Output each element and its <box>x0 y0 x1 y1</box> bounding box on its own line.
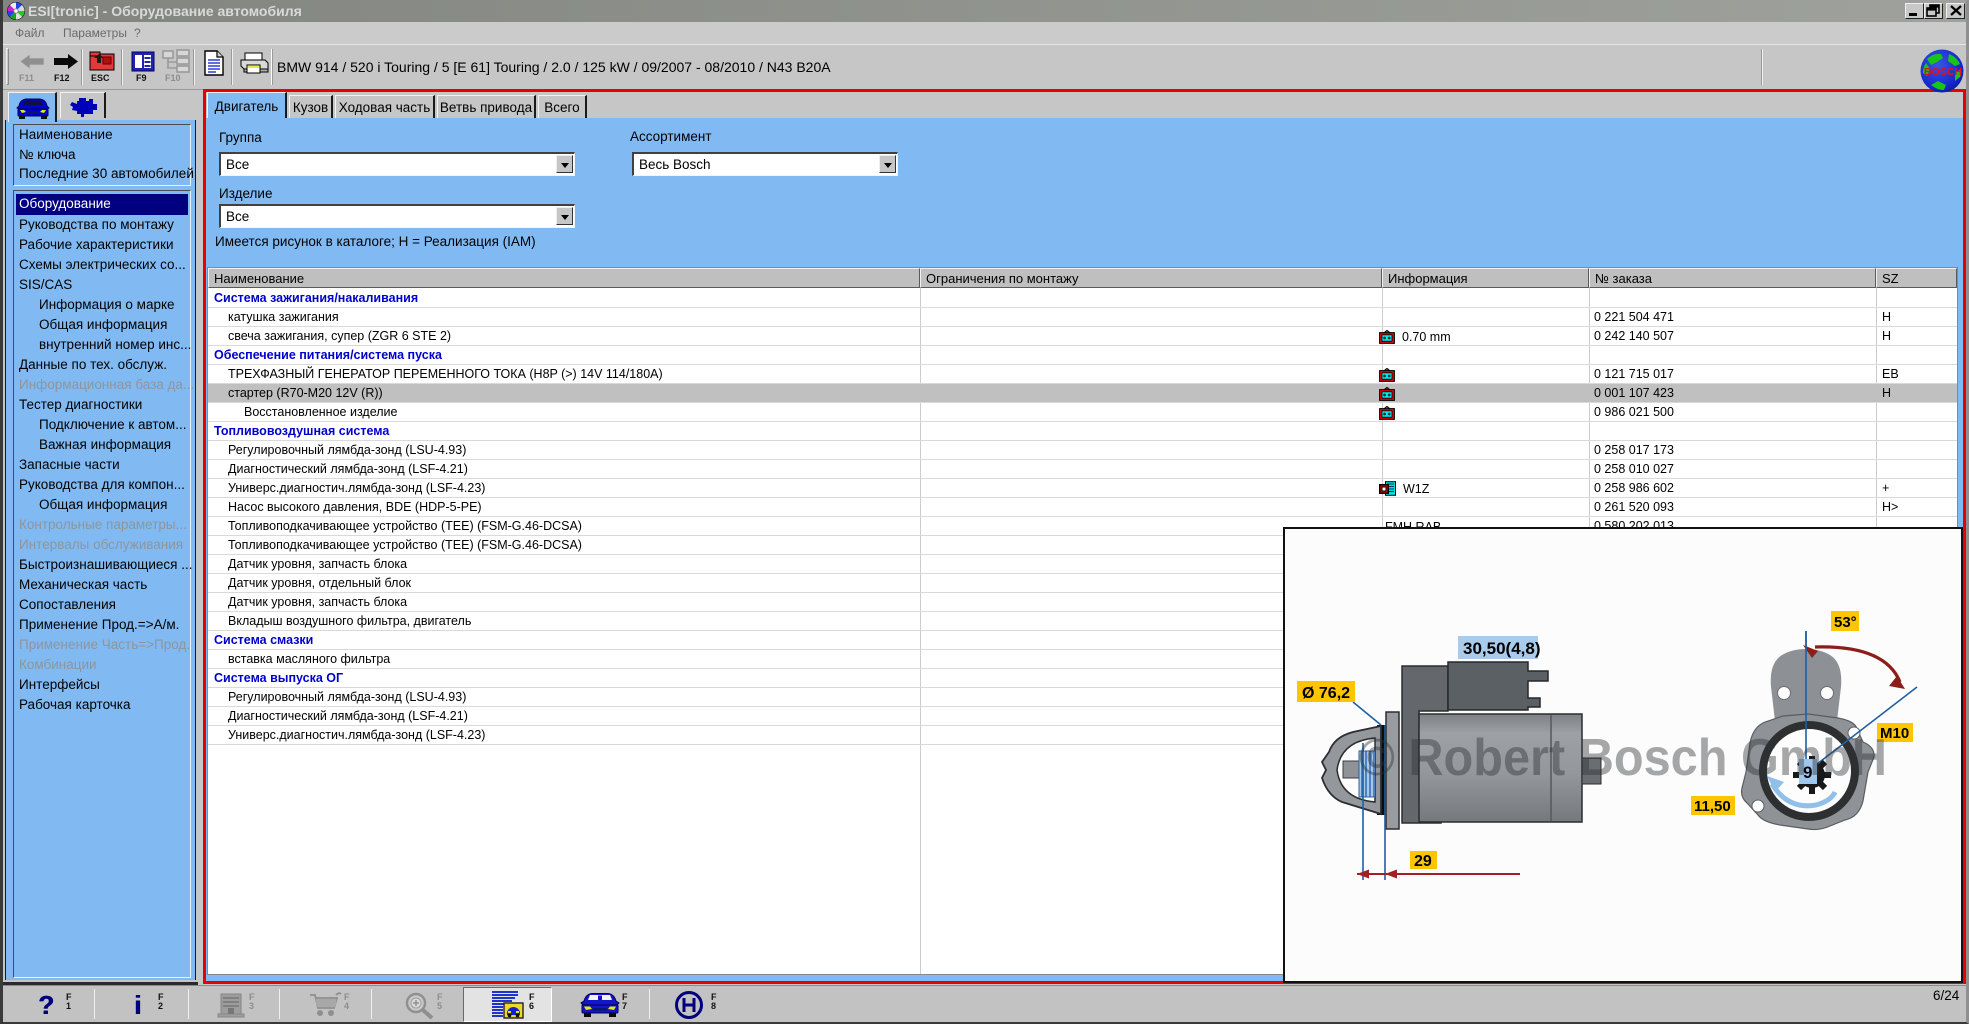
svg-text:BOSCH: BOSCH <box>1924 66 1962 78</box>
svg-text:53°: 53° <box>1834 614 1857 631</box>
svg-text:30,50(4,8): 30,50(4,8) <box>1463 639 1541 658</box>
svg-text:© Robert Bosch GmbH: © Robert Bosch GmbH <box>1359 729 1887 787</box>
svg-text:29: 29 <box>1414 853 1432 870</box>
svg-text:Ø 76,2: Ø 76,2 <box>1302 685 1350 702</box>
svg-text:11,50: 11,50 <box>1694 798 1731 815</box>
